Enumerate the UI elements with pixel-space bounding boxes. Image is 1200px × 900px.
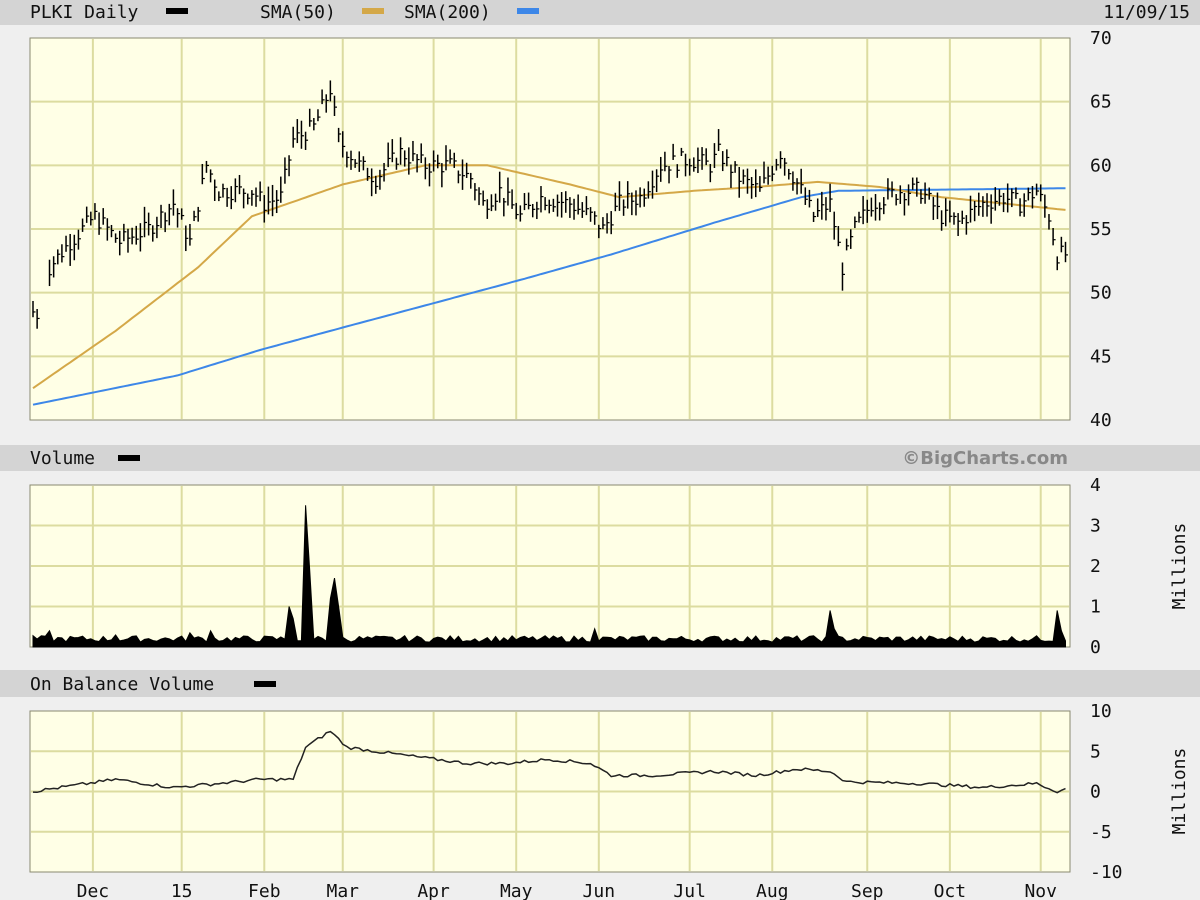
volume-legend-swatch	[118, 455, 140, 461]
y-tick-label: 70	[1090, 28, 1112, 49]
sma50-label: SMA(50)	[260, 2, 336, 23]
sma50-legend-swatch	[362, 8, 384, 14]
y-tick-label: 2	[1090, 556, 1101, 577]
x-tick-label-may: May	[500, 881, 533, 900]
x-tick-label-apr: Apr	[417, 881, 450, 900]
y-tick-label: 60	[1090, 155, 1112, 176]
volume-label: Volume	[30, 448, 95, 469]
y-tick-label: 40	[1090, 410, 1112, 431]
y-tick-label: 0	[1090, 782, 1101, 803]
y-tick-label: 50	[1090, 283, 1112, 304]
x-tick-label-oct: Oct	[934, 881, 967, 900]
chart-date: 11/09/15	[1103, 2, 1190, 23]
x-tick-label-jul: Jul	[673, 881, 706, 900]
x-tick-label-aug: Aug	[756, 881, 789, 900]
y-tick-label: -10	[1090, 862, 1123, 883]
volume-units-label: Millions	[1169, 523, 1190, 610]
copyright-watermark: ©BigCharts.com	[902, 448, 1068, 469]
y-tick-label: 10	[1090, 701, 1112, 722]
x-tick-label-feb: Feb	[248, 881, 281, 900]
obv-units-label: Millions	[1169, 748, 1190, 835]
x-tick-label-sep: Sep	[851, 881, 884, 900]
y-tick-label: 55	[1090, 219, 1112, 240]
y-tick-label: 45	[1090, 346, 1112, 367]
y-tick-label: 0	[1090, 637, 1101, 658]
x-tick-label-nov: Nov	[1024, 881, 1057, 900]
sma200-label: SMA(200)	[404, 2, 491, 23]
price-legend-swatch	[166, 8, 188, 14]
y-tick-label: 1	[1090, 597, 1101, 618]
obv-label: On Balance Volume	[30, 674, 214, 695]
x-tick-label-jun: Jun	[583, 881, 616, 900]
symbol-label: PLKI Daily	[30, 2, 139, 23]
obv-legend-swatch	[254, 681, 276, 687]
x-tick-label-mar: Mar	[326, 881, 359, 900]
x-tick-label-15: 15	[171, 881, 193, 900]
y-tick-label: 4	[1090, 475, 1101, 496]
sma200-legend-swatch	[517, 8, 539, 14]
stock-chart: PLKI Daily SMA(50) SMA(200) 11/09/15 Vol…	[0, 0, 1200, 900]
x-tick-label-dec: Dec	[77, 881, 110, 900]
y-tick-label: 3	[1090, 516, 1101, 537]
y-tick-label: 5	[1090, 741, 1101, 762]
y-tick-label: 65	[1090, 92, 1112, 113]
y-tick-label: -5	[1090, 822, 1112, 843]
